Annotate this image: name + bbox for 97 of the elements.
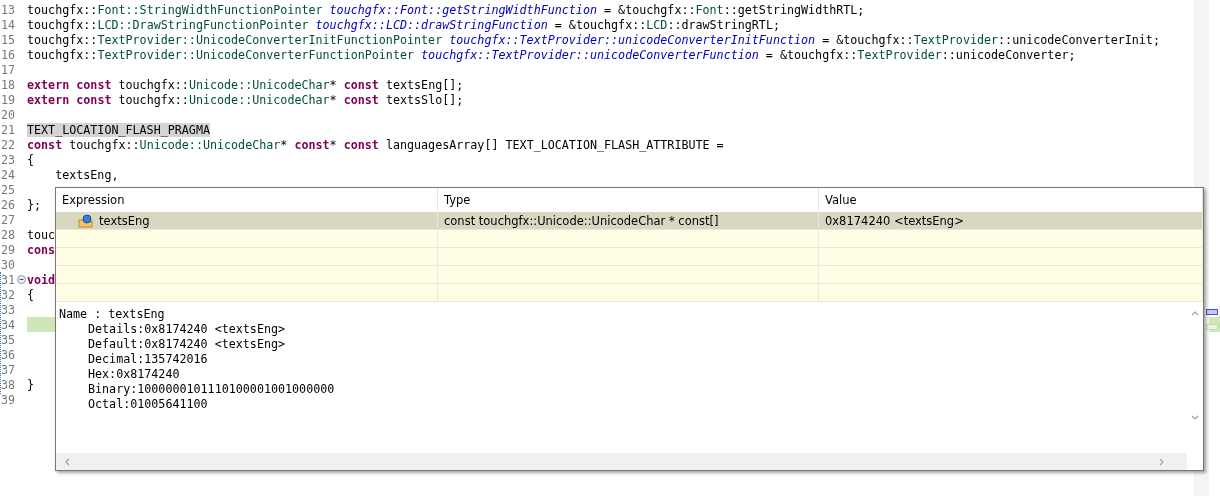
code-type: Font::StringWidthFunctionPointer: [97, 2, 323, 17]
detail-line: Default:0x8174240 <textsEng>: [87, 337, 287, 352]
line-number: 23: [0, 152, 15, 167]
code-text: languagesArray[] TEXT_LOCATION_FLASH_ATTRIBUTE =: [384, 137, 724, 152]
line-number: 35: [0, 332, 15, 347]
line-number: 32: [0, 287, 15, 302]
line-number: 22: [0, 137, 15, 152]
line-number: 37: [0, 362, 15, 377]
line-number: 28: [0, 227, 15, 242]
code-text: = &touchgfx::: [603, 2, 696, 17]
detail-line: Decimal:135742016: [87, 352, 209, 367]
line-number: 15: [0, 32, 15, 47]
variable-icon: [78, 213, 94, 228]
code-keyword: cons: [27, 242, 56, 257]
line-number: 17: [0, 62, 15, 77]
code-text: touchgfx::: [117, 92, 189, 107]
highlighted-code: TEXT_LOCATION_FLASH_PRAGMA: [27, 122, 210, 137]
code-type: Unicode::UnicodeChar: [188, 77, 330, 92]
code-text: *: [329, 137, 338, 152]
line-number: 24: [0, 167, 15, 182]
code-type: TextProvider::UnicodeConverterInitFunctionPointer: [97, 32, 443, 47]
line-number: 19: [0, 92, 15, 107]
code-field: touchgfx::Font::getStringWidthFunction: [322, 2, 597, 17]
code-keyword: const: [343, 137, 379, 152]
line-number: 31: [0, 272, 15, 287]
code-text: textsEng,: [54, 167, 119, 182]
code-keyword: void: [27, 272, 56, 287]
line-number: 34: [0, 317, 15, 332]
code-type: TextProvider: [857, 47, 942, 62]
code-type: Unicode::UnicodeChar: [139, 137, 281, 152]
code-keyword: const: [343, 92, 379, 107]
line-number: 36: [0, 347, 15, 362]
detail-line: Details:0x8174240 <textsEng>: [87, 322, 287, 337]
line-number: 27: [0, 212, 15, 227]
code-text: {: [27, 152, 35, 167]
line-number: 30: [0, 257, 15, 272]
line-number: 21: [0, 122, 15, 137]
code-type: Unicode::UnicodeChar: [188, 92, 330, 107]
code-type: TextProvider: [913, 32, 999, 47]
code-type: Font: [695, 2, 724, 17]
line-number: 20: [0, 107, 15, 122]
line-number: 25: [0, 182, 15, 197]
line-number: 14: [0, 17, 15, 32]
code-text: touchgfx::: [68, 137, 140, 152]
code-text: = &touchgfx::: [764, 47, 858, 62]
code-text: touchgfx::: [117, 77, 189, 92]
code-text: *: [329, 92, 338, 107]
code-text: touchgfx::: [27, 47, 98, 62]
code-type: LCD: [646, 17, 668, 32]
code-keyword: const: [27, 137, 63, 152]
code-text: }: [27, 377, 35, 392]
code-text: ::unicodeConverter;: [941, 47, 1076, 62]
line-number: 29: [0, 242, 15, 257]
code-text: = &touchgfx::: [821, 32, 914, 47]
line-number: 18: [0, 77, 15, 92]
code-keyword: const: [294, 137, 330, 152]
code-text: ::getStringWidthRTL;: [723, 2, 865, 17]
code-field: touchgfx::LCD::drawStringFunction: [308, 17, 548, 32]
table-cell: 0x8174240 <textsEng>: [819, 212, 1203, 230]
overview-mark[interactable]: [1206, 309, 1218, 315]
code-type: TextProvider::UnicodeConverterFunctionPointer: [97, 47, 415, 62]
code-keyword: const: [343, 77, 379, 92]
code-text: touchgfx::: [27, 2, 98, 17]
code-keyword: const: [75, 92, 112, 107]
code-text: touchgfx::: [27, 17, 98, 32]
code-text: ::drawStringRTL;: [667, 17, 780, 32]
code-keyword: extern: [27, 92, 70, 107]
expression-cell[interactable]: textsEng: [56, 212, 438, 230]
code-text: *: [280, 137, 289, 152]
collapse-icon[interactable]: [16, 275, 26, 284]
code-text: textsEng[];: [384, 77, 464, 92]
code-text: {: [27, 287, 35, 302]
detail-line: Octal:01005641100: [87, 397, 209, 412]
code-text: };: [27, 197, 42, 212]
line-number: 33: [0, 302, 15, 317]
line-number: 39: [0, 392, 15, 407]
code-text: textsSlo[];: [384, 92, 464, 107]
code-text: ::unicodeConverterInit;: [998, 32, 1160, 47]
code-field: touchgfx::TextProvider::unicodeConverterInitFunction: [442, 32, 816, 47]
code-field: touchgfx::TextProvider::unicodeConverterFunction: [414, 47, 759, 62]
code-type: LCD::DrawStringFunctionPointer: [97, 17, 309, 32]
code-text: *: [329, 77, 338, 92]
code-text: touc: [27, 227, 56, 242]
code-keyword: const: [75, 77, 112, 92]
detail-line: Binary:1000000101110100001001000000: [87, 382, 336, 397]
line-number: 13: [0, 2, 15, 17]
code-text: touchgfx::: [27, 32, 98, 47]
line-number: 38: [0, 377, 15, 392]
line-number: 16: [0, 47, 15, 62]
detail-line: Name : textsEng: [59, 307, 166, 322]
code-keyword: extern: [27, 77, 70, 92]
line-number: 26: [0, 197, 15, 212]
detail-line: Hex:0x8174240: [87, 367, 181, 382]
table-cell: const touchgfx::Unicode::UnicodeChar * const[]: [438, 212, 819, 230]
expression-name: textsEng: [99, 213, 150, 228]
code-text: = &touchgfx::: [553, 17, 647, 32]
horizontal-scrollbar[interactable]: [56, 453, 1187, 470]
